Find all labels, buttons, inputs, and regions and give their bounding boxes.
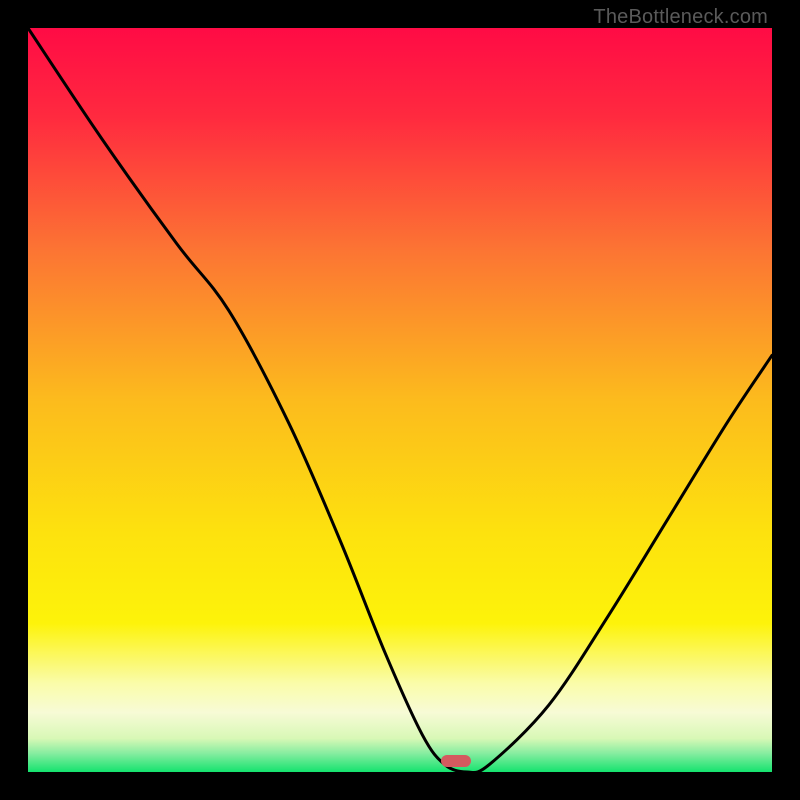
plot-area	[28, 28, 772, 772]
chart-frame: TheBottleneck.com	[0, 0, 800, 800]
attribution-text: TheBottleneck.com	[593, 6, 768, 29]
optimum-marker	[441, 755, 471, 767]
bottleneck-curve	[28, 28, 772, 772]
